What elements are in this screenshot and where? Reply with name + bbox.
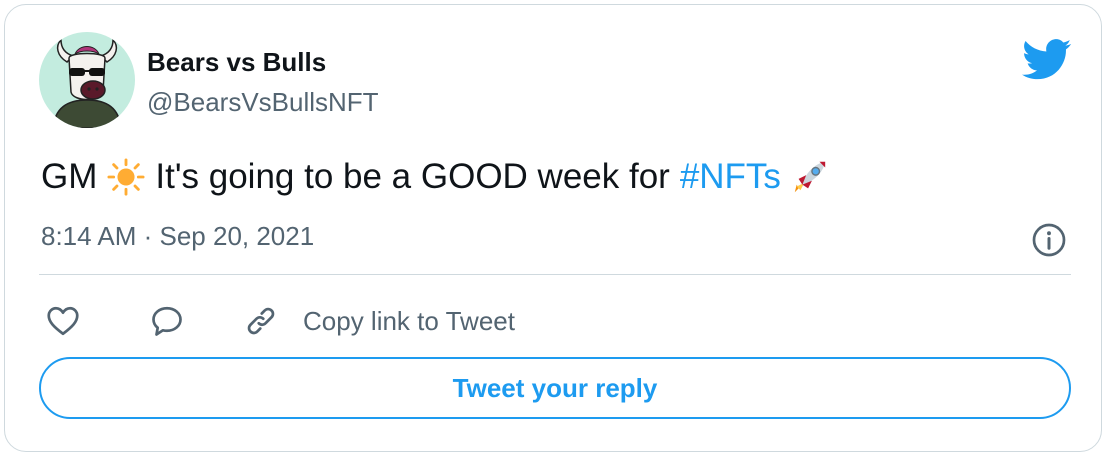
like-button[interactable] bbox=[45, 301, 81, 341]
reply-button[interactable] bbox=[149, 301, 185, 341]
author-name[interactable]: Bears vs Bulls bbox=[147, 47, 326, 78]
author-handle[interactable]: @BearsVsBullsNFT bbox=[147, 87, 379, 118]
tweet-card: Bears vs Bulls @BearsVsBullsNFT GM It's … bbox=[4, 4, 1102, 452]
link-icon bbox=[247, 307, 275, 335]
tweet-timestamp[interactable]: 8:14 AM · Sep 20, 2021 bbox=[41, 221, 314, 252]
bull-avatar-icon bbox=[52, 38, 122, 128]
avatar[interactable] bbox=[39, 32, 135, 128]
rocket-emoji-icon bbox=[794, 161, 826, 193]
tweet-text-body: It's going to be a GOOD week for bbox=[155, 157, 670, 196]
tweet-your-reply-button[interactable]: Tweet your reply bbox=[39, 357, 1071, 419]
info-icon[interactable] bbox=[1031, 222, 1067, 258]
divider bbox=[39, 274, 1071, 275]
reply-bubble-icon bbox=[152, 306, 182, 336]
heart-icon bbox=[47, 306, 79, 336]
hashtag-link[interactable]: #NFTs bbox=[680, 157, 781, 197]
tweet-text-gm: GM bbox=[41, 157, 98, 196]
sun-emoji-icon bbox=[107, 158, 145, 196]
copy-link-label: Copy link to Tweet bbox=[303, 305, 515, 336]
twitter-bird-icon[interactable] bbox=[1022, 39, 1072, 81]
copy-link-button[interactable]: Copy link to Tweet bbox=[243, 301, 515, 341]
tweet-text: GM It's going to be a GOOD week for #NFT… bbox=[41, 157, 839, 197]
